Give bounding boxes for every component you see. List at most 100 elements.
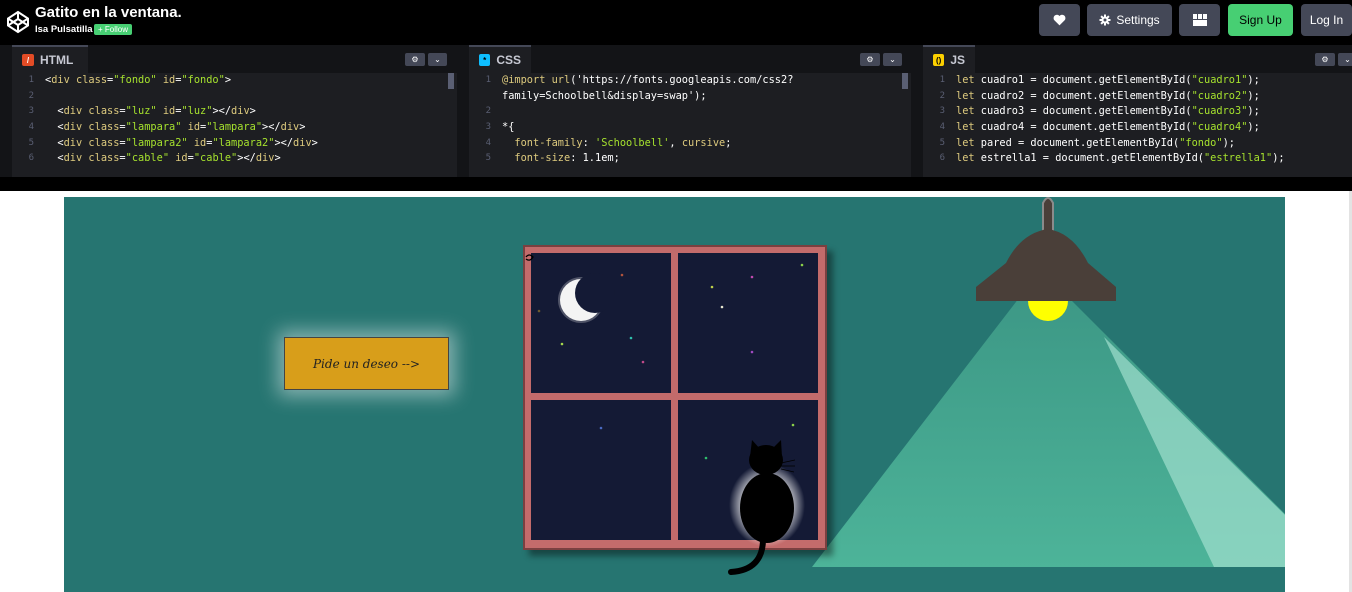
code-text[interactable]: let pared = document.getElementById("fon… xyxy=(956,136,1235,152)
settings-button[interactable]: Settings xyxy=(1087,4,1172,36)
gear-icon[interactable]: ⚙ xyxy=(1315,53,1335,66)
code-text[interactable]: <div class="lampara" id="lampara"></div> xyxy=(45,120,305,136)
code-line[interactable]: 1 @import url('https://fonts.googleapis.c… xyxy=(469,73,911,89)
line-number: 1 xyxy=(485,75,491,85)
code-text[interactable]: let estrella1 = document.getElementById(… xyxy=(956,151,1285,167)
line-number: 4 xyxy=(28,122,34,133)
code-lines[interactable]: 1 @import url('https://fonts.googleapis.c… xyxy=(469,73,911,167)
css-icon: * xyxy=(479,54,491,66)
resize-handle[interactable] xyxy=(911,45,923,177)
author-name[interactable]: Isa Pulsatilla xyxy=(35,24,93,35)
html-icon: / xyxy=(22,54,34,66)
night-sky xyxy=(710,263,804,354)
line-number: 2 xyxy=(28,90,34,101)
window-pane-top-right[interactable] xyxy=(678,253,818,393)
pen-title: Gatito en la ventana. xyxy=(35,4,182,21)
window-pane-bottom-left[interactable] xyxy=(531,400,671,540)
code-line[interactable]: 1 let cuadro1 = document.getElementById("… xyxy=(923,73,1352,89)
tab-js[interactable]: () JS xyxy=(923,45,975,73)
window-pane-top-left[interactable] xyxy=(531,253,671,393)
ceiling-lamp xyxy=(976,197,1116,321)
code-line[interactable]: 5 let pared = document.getElementById("fo… xyxy=(923,136,1352,152)
line-number: 4 xyxy=(485,137,491,148)
chevron-down-icon[interactable]: ⌄ xyxy=(428,53,447,66)
code-line[interactable]: 3 *{ xyxy=(469,120,911,136)
settings-label: Settings xyxy=(1116,13,1160,27)
line-number: 5 xyxy=(28,137,34,148)
tab-html[interactable]: / HTML xyxy=(12,45,88,73)
code-line[interactable]: 6 let estrella1 = document.getElementById… xyxy=(923,151,1352,167)
code-line[interactable]: 1 <div class="fondo" id="fondo"> xyxy=(12,73,457,89)
top-bar: Gatito en la ventana. Isa Pulsatilla + F… xyxy=(0,0,1352,45)
line-number: 5 xyxy=(485,153,491,164)
line-number: 6 xyxy=(28,153,34,164)
code-line[interactable]: 6 <div class="cable" id="cable"></div> xyxy=(12,151,457,167)
line-number: 5 xyxy=(939,137,945,148)
scrollbar[interactable] xyxy=(448,73,454,89)
code-text[interactable]: <div class="luz" id="luz"></div> xyxy=(45,104,255,120)
log-in-button[interactable]: Log In xyxy=(1301,4,1352,36)
heart-icon xyxy=(1053,14,1066,26)
js-editor[interactable]: () JS ⚙ ⌄ 1 let cuadro1 = document.getEle… xyxy=(923,45,1352,177)
code-text[interactable]: @import url('https://fonts.googleapis.co… xyxy=(502,73,793,89)
code-lines[interactable]: 1 <div class="fondo" id="fondo"> 2 3 <div c… xyxy=(12,73,457,167)
line-number: 3 xyxy=(485,122,491,133)
code-line[interactable]: 5 font-size: 1.1em; xyxy=(469,151,911,167)
code-line[interactable]: family=Schoolbell&display=swap'); xyxy=(469,89,911,105)
preview-scene: Pide un deseo --> xyxy=(64,197,1285,592)
editor-header: / HTML ⚙ ⌄ xyxy=(12,45,457,73)
code-text[interactable]: let cuadro3 = document.getElementById("c… xyxy=(956,104,1260,120)
night-sky xyxy=(599,426,603,430)
code-line[interactable]: 2 xyxy=(12,89,457,105)
html-editor[interactable]: / HTML ⚙ ⌄ 1 <div class="fondo" id="fondo… xyxy=(12,45,457,177)
code-line[interactable]: 4 let cuadro4 = document.getElementById("… xyxy=(923,120,1352,136)
tab-label: HTML xyxy=(40,53,74,67)
tab-css[interactable]: * CSS xyxy=(469,45,531,73)
gear-icon xyxy=(1099,14,1111,26)
code-line[interactable]: 4 font-family: 'Schoolbell', cursive; xyxy=(469,136,911,152)
code-text[interactable]: <div class="cable" id="cable"></div> xyxy=(45,151,280,167)
code-text[interactable]: font-size: 1.1em; xyxy=(502,151,619,167)
sign-up-button[interactable]: Sign Up xyxy=(1228,4,1293,36)
follow-button[interactable]: + Follow xyxy=(94,24,133,35)
code-line[interactable]: 5 <div class="lampara2" id="lampara2"></… xyxy=(12,136,457,152)
code-text[interactable]: font-family: 'Schoolbell', cursive; xyxy=(502,136,731,152)
change-view-button[interactable] xyxy=(1179,4,1220,36)
code-line[interactable]: 4 <div class="lampara" id="lampara"></di… xyxy=(12,120,457,136)
night-sky xyxy=(537,273,645,364)
tab-label: JS xyxy=(950,53,965,67)
layout-icon xyxy=(1192,14,1207,26)
scrollbar[interactable] xyxy=(902,73,908,89)
resize-handle[interactable] xyxy=(0,45,12,177)
line-number: 4 xyxy=(939,122,945,133)
line-number: 3 xyxy=(939,106,945,117)
code-text[interactable]: *{ xyxy=(502,120,514,136)
code-lines[interactable]: 1 let cuadro1 = document.getElementById("… xyxy=(923,73,1352,167)
editor-divider[interactable] xyxy=(0,177,1352,191)
code-line[interactable]: 3 let cuadro3 = document.getElementById("… xyxy=(923,104,1352,120)
code-text[interactable]: let cuadro4 = document.getElementById("c… xyxy=(956,120,1260,136)
line-number: 1 xyxy=(939,75,945,85)
codepen-logo-icon[interactable] xyxy=(6,10,30,34)
chevron-down-icon[interactable]: ⌄ xyxy=(1338,53,1352,66)
code-text[interactable]: let cuadro1 = document.getElementById("c… xyxy=(956,73,1260,89)
chevron-down-icon[interactable]: ⌄ xyxy=(883,53,902,66)
wish-button[interactable]: Pide un deseo --> xyxy=(284,337,449,390)
heart-button[interactable] xyxy=(1039,4,1080,36)
code-line[interactable]: 2 xyxy=(469,104,911,120)
line-number: 2 xyxy=(485,106,491,117)
gear-icon[interactable]: ⚙ xyxy=(860,53,880,66)
code-line[interactable]: 3 <div class="luz" id="luz"></div> xyxy=(12,104,457,120)
code-text[interactable]: let cuadro2 = document.getElementById("c… xyxy=(956,89,1260,105)
code-text[interactable]: family=Schoolbell&display=swap'); xyxy=(502,89,707,105)
line-number: 6 xyxy=(939,153,945,164)
code-text[interactable]: <div class="lampara2" id="lampara2"></di… xyxy=(45,136,317,152)
gear-icon[interactable]: ⚙ xyxy=(405,53,425,66)
resize-handle[interactable] xyxy=(457,45,469,177)
tab-label: CSS xyxy=(496,53,521,67)
editor-header: * CSS ⚙ ⌄ xyxy=(469,45,911,73)
window-latch-icon xyxy=(525,254,534,261)
css-editor[interactable]: * CSS ⚙ ⌄ 1 @import url('https://fonts.go… xyxy=(469,45,911,177)
code-text[interactable]: <div class="fondo" id="fondo"> xyxy=(45,73,231,89)
code-line[interactable]: 2 let cuadro2 = document.getElementById("… xyxy=(923,89,1352,105)
